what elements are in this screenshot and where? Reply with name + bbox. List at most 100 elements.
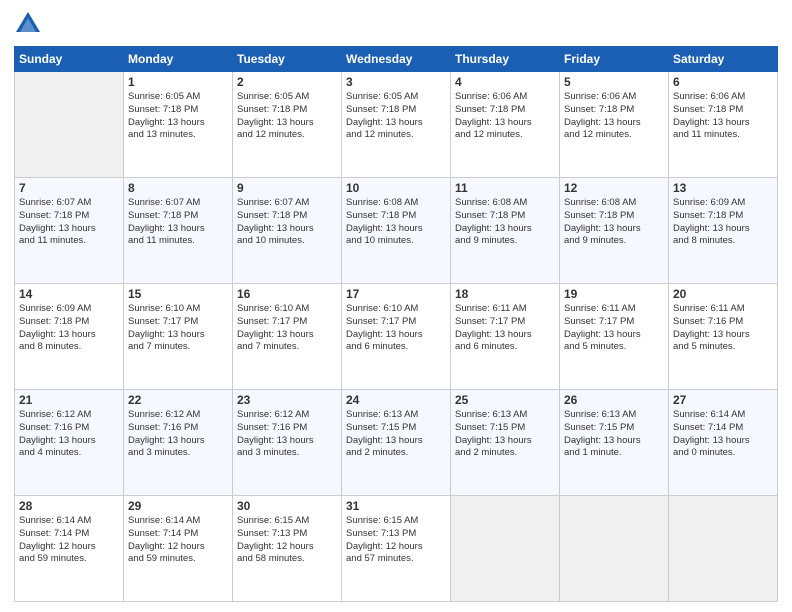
day-number: 26 (564, 393, 664, 407)
calendar-cell (15, 72, 124, 178)
calendar-cell: 17 Sunrise: 6:10 AM Sunset: 7:17 PM Dayli… (342, 284, 451, 390)
day-info: Sunrise: 6:15 AM Sunset: 7:13 PM Dayligh… (346, 515, 446, 566)
calendar-cell: 15 Sunrise: 6:10 AM Sunset: 7:17 PM Dayli… (124, 284, 233, 390)
day-number: 25 (455, 393, 555, 407)
day-info: Sunrise: 6:12 AM Sunset: 7:16 PM Dayligh… (19, 409, 119, 460)
calendar-cell: 18 Sunrise: 6:11 AM Sunset: 7:17 PM Dayli… (451, 284, 560, 390)
day-number: 27 (673, 393, 773, 407)
day-info: Sunrise: 6:07 AM Sunset: 7:18 PM Dayligh… (19, 197, 119, 248)
day-info: Sunrise: 6:10 AM Sunset: 7:17 PM Dayligh… (128, 303, 228, 354)
calendar-cell: 25 Sunrise: 6:13 AM Sunset: 7:15 PM Dayli… (451, 390, 560, 496)
day-info: Sunrise: 6:09 AM Sunset: 7:18 PM Dayligh… (673, 197, 773, 248)
calendar-cell: 23 Sunrise: 6:12 AM Sunset: 7:16 PM Dayli… (233, 390, 342, 496)
day-number: 11 (455, 181, 555, 195)
day-number: 3 (346, 75, 446, 89)
day-number: 10 (346, 181, 446, 195)
day-info: Sunrise: 6:11 AM Sunset: 7:17 PM Dayligh… (564, 303, 664, 354)
day-number: 4 (455, 75, 555, 89)
calendar-cell: 20 Sunrise: 6:11 AM Sunset: 7:16 PM Dayli… (669, 284, 778, 390)
calendar-cell: 30 Sunrise: 6:15 AM Sunset: 7:13 PM Dayli… (233, 496, 342, 602)
calendar-week-2: 7 Sunrise: 6:07 AM Sunset: 7:18 PM Daylig… (15, 178, 778, 284)
day-info: Sunrise: 6:08 AM Sunset: 7:18 PM Dayligh… (346, 197, 446, 248)
day-info: Sunrise: 6:12 AM Sunset: 7:16 PM Dayligh… (128, 409, 228, 460)
day-info: Sunrise: 6:09 AM Sunset: 7:18 PM Dayligh… (19, 303, 119, 354)
day-number: 31 (346, 499, 446, 513)
calendar-cell: 3 Sunrise: 6:05 AM Sunset: 7:18 PM Daylig… (342, 72, 451, 178)
day-number: 29 (128, 499, 228, 513)
calendar-cell: 7 Sunrise: 6:07 AM Sunset: 7:18 PM Daylig… (15, 178, 124, 284)
day-number: 17 (346, 287, 446, 301)
day-number: 28 (19, 499, 119, 513)
day-info: Sunrise: 6:11 AM Sunset: 7:16 PM Dayligh… (673, 303, 773, 354)
calendar-cell: 10 Sunrise: 6:08 AM Sunset: 7:18 PM Dayli… (342, 178, 451, 284)
calendar-cell: 12 Sunrise: 6:08 AM Sunset: 7:18 PM Dayli… (560, 178, 669, 284)
page: SundayMondayTuesdayWednesdayThursdayFrid… (0, 0, 792, 612)
day-number: 2 (237, 75, 337, 89)
calendar-cell: 21 Sunrise: 6:12 AM Sunset: 7:16 PM Dayli… (15, 390, 124, 496)
day-info: Sunrise: 6:08 AM Sunset: 7:18 PM Dayligh… (455, 197, 555, 248)
day-number: 12 (564, 181, 664, 195)
day-number: 18 (455, 287, 555, 301)
day-number: 19 (564, 287, 664, 301)
day-info: Sunrise: 6:11 AM Sunset: 7:17 PM Dayligh… (455, 303, 555, 354)
day-info: Sunrise: 6:06 AM Sunset: 7:18 PM Dayligh… (564, 91, 664, 142)
header-thursday: Thursday (451, 47, 560, 72)
day-info: Sunrise: 6:12 AM Sunset: 7:16 PM Dayligh… (237, 409, 337, 460)
calendar-cell: 5Sunrise: 6:06 AM Sunset: 7:18 PM Daylig… (560, 72, 669, 178)
day-info: Sunrise: 6:07 AM Sunset: 7:18 PM Dayligh… (237, 197, 337, 248)
day-info: Sunrise: 6:13 AM Sunset: 7:15 PM Dayligh… (455, 409, 555, 460)
calendar-cell: 27 Sunrise: 6:14 AM Sunset: 7:14 PM Dayli… (669, 390, 778, 496)
day-info: Sunrise: 6:10 AM Sunset: 7:17 PM Dayligh… (346, 303, 446, 354)
calendar-cell: 31 Sunrise: 6:15 AM Sunset: 7:13 PM Dayli… (342, 496, 451, 602)
day-info: Sunrise: 6:07 AM Sunset: 7:18 PM Dayligh… (128, 197, 228, 248)
day-number: 9 (237, 181, 337, 195)
day-info: Sunrise: 6:08 AM Sunset: 7:18 PM Dayligh… (564, 197, 664, 248)
header-friday: Friday (560, 47, 669, 72)
day-info: Sunrise: 6:14 AM Sunset: 7:14 PM Dayligh… (128, 515, 228, 566)
calendar-week-5: 28 Sunrise: 6:14 AM Sunset: 7:14 PM Dayli… (15, 496, 778, 602)
calendar-table: SundayMondayTuesdayWednesdayThursdayFrid… (14, 46, 778, 602)
calendar-cell: 16Sunrise: 6:10 AM Sunset: 7:17 PM Dayli… (233, 284, 342, 390)
header-saturday: Saturday (669, 47, 778, 72)
day-number: 15 (128, 287, 228, 301)
day-number: 7 (19, 181, 119, 195)
header-tuesday: Tuesday (233, 47, 342, 72)
calendar-cell: 2 Sunrise: 6:05 AM Sunset: 7:18 PM Daylig… (233, 72, 342, 178)
calendar-cell: 4Sunrise: 6:06 AM Sunset: 7:18 PM Daylig… (451, 72, 560, 178)
logo (14, 10, 46, 38)
day-info: Sunrise: 6:05 AM Sunset: 7:18 PM Dayligh… (346, 91, 446, 142)
day-number: 30 (237, 499, 337, 513)
logo-icon (14, 10, 42, 38)
day-info: Sunrise: 6:05 AM Sunset: 7:18 PM Dayligh… (128, 91, 228, 142)
calendar-cell: 26 Sunrise: 6:13 AM Sunset: 7:15 PM Dayli… (560, 390, 669, 496)
day-number: 13 (673, 181, 773, 195)
day-info: Sunrise: 6:05 AM Sunset: 7:18 PM Dayligh… (237, 91, 337, 142)
calendar-cell (451, 496, 560, 602)
calendar-week-1: 1 Sunrise: 6:05 AM Sunset: 7:18 PM Daylig… (15, 72, 778, 178)
calendar-week-4: 21 Sunrise: 6:12 AM Sunset: 7:16 PM Dayli… (15, 390, 778, 496)
day-number: 14 (19, 287, 119, 301)
day-number: 1 (128, 75, 228, 89)
calendar-cell: 22Sunrise: 6:12 AM Sunset: 7:16 PM Dayli… (124, 390, 233, 496)
calendar-cell: 13 Sunrise: 6:09 AM Sunset: 7:18 PM Dayli… (669, 178, 778, 284)
calendar-cell: 14 Sunrise: 6:09 AM Sunset: 7:18 PM Dayli… (15, 284, 124, 390)
day-info: Sunrise: 6:06 AM Sunset: 7:18 PM Dayligh… (673, 91, 773, 142)
calendar-cell: 8Sunrise: 6:07 AM Sunset: 7:18 PM Daylig… (124, 178, 233, 284)
calendar-header-row: SundayMondayTuesdayWednesdayThursdayFrid… (15, 47, 778, 72)
calendar-week-3: 14 Sunrise: 6:09 AM Sunset: 7:18 PM Dayli… (15, 284, 778, 390)
day-number: 21 (19, 393, 119, 407)
day-info: Sunrise: 6:10 AM Sunset: 7:17 PM Dayligh… (237, 303, 337, 354)
day-info: Sunrise: 6:14 AM Sunset: 7:14 PM Dayligh… (19, 515, 119, 566)
header-monday: Monday (124, 47, 233, 72)
day-number: 23 (237, 393, 337, 407)
day-info: Sunrise: 6:13 AM Sunset: 7:15 PM Dayligh… (564, 409, 664, 460)
day-number: 20 (673, 287, 773, 301)
header (14, 10, 778, 38)
day-number: 24 (346, 393, 446, 407)
day-info: Sunrise: 6:14 AM Sunset: 7:14 PM Dayligh… (673, 409, 773, 460)
header-wednesday: Wednesday (342, 47, 451, 72)
day-number: 6 (673, 75, 773, 89)
calendar-cell: 6 Sunrise: 6:06 AM Sunset: 7:18 PM Daylig… (669, 72, 778, 178)
calendar-cell: 11 Sunrise: 6:08 AM Sunset: 7:18 PM Dayli… (451, 178, 560, 284)
day-info: Sunrise: 6:15 AM Sunset: 7:13 PM Dayligh… (237, 515, 337, 566)
